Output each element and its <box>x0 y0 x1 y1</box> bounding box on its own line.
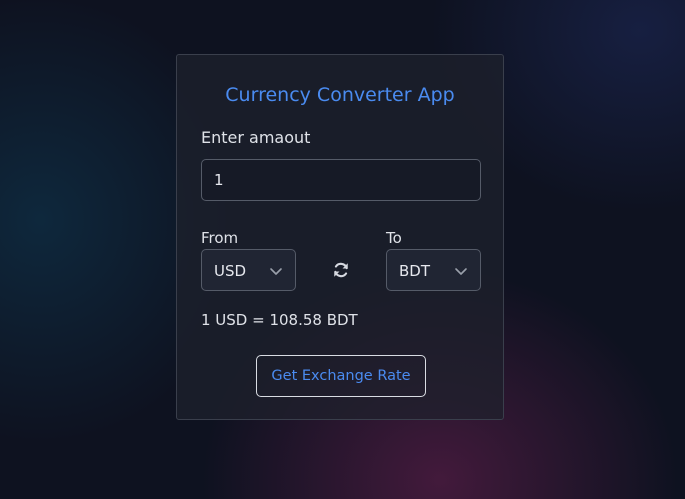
swap-arrows-icon[interactable] <box>332 261 350 279</box>
to-currency-select[interactable]: BDT <box>386 249 481 291</box>
app-title: Currency Converter App <box>225 84 455 106</box>
chevron-down-icon <box>455 268 467 275</box>
exchange-rate-result: 1 USD = 108.58 BDT <box>201 311 358 329</box>
to-currency-value: BDT <box>399 262 431 280</box>
from-label: From <box>201 229 239 247</box>
to-label: To <box>386 229 402 247</box>
get-exchange-rate-button[interactable]: Get Exchange Rate <box>256 355 426 397</box>
amount-input[interactable] <box>201 159 481 201</box>
converter-card: Currency Converter App Enter amaout From… <box>176 54 504 420</box>
chevron-down-icon <box>270 268 282 275</box>
from-currency-value: USD <box>214 262 247 280</box>
amount-label: Enter amaout <box>201 128 311 147</box>
from-currency-select[interactable]: USD <box>201 249 296 291</box>
